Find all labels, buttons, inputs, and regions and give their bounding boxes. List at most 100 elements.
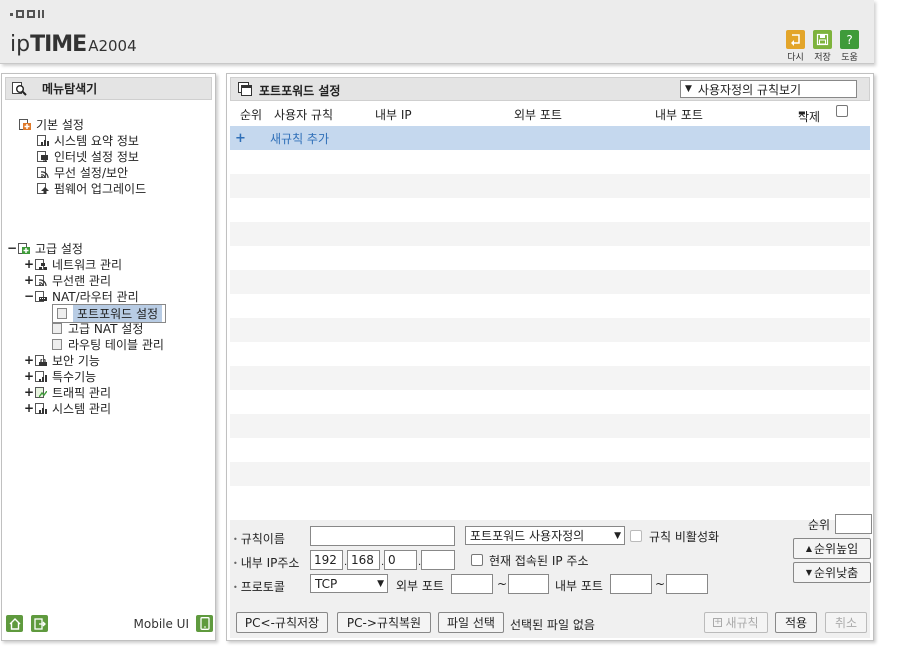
tree-item-advanced-nat[interactable]: 고급 NAT 설정 — [52, 320, 143, 336]
monitor-icon — [36, 150, 50, 163]
plus-icon: + — [713, 617, 723, 627]
chevron-down-icon: ▼ — [377, 578, 384, 589]
tree-item-network[interactable]: + 네트워크 관리 — [24, 256, 122, 272]
help-button[interactable]: ? 도움 — [839, 30, 860, 63]
table-row — [230, 198, 870, 222]
table-header: 순위 사용자 규칙 내부 IP 외부 포트 내부 포트 ▬ 삭제 — [230, 104, 870, 124]
internal-port-end[interactable] — [666, 574, 708, 594]
external-port-label: 외부 포트 — [396, 579, 444, 593]
table-row — [230, 462, 870, 486]
current-ip-checkbox[interactable] — [471, 554, 483, 566]
ip-octet-1[interactable]: 192 — [310, 550, 343, 570]
add-rule-row[interactable]: + 새규칙 추가 — [230, 126, 870, 150]
tree-item-firmware-upgrade[interactable]: 펌웨어 업그레이드 — [36, 180, 146, 196]
rule-name-label: • 규칙이름 — [233, 532, 285, 546]
tree-item-nat-router[interactable]: − NAT/라우터 관리 — [24, 288, 139, 304]
tree-item-security[interactable]: + 보안 기능 — [24, 352, 100, 368]
tree-basic-settings[interactable]: 기본 설정 — [18, 116, 84, 132]
order-label: 순위 — [808, 518, 831, 532]
tree-item-routing-table[interactable]: 라우팅 테이블 관리 — [52, 336, 164, 352]
order-down-button[interactable]: ▼ 순위낮춤 — [793, 562, 871, 583]
save-icon — [813, 30, 832, 49]
external-port-start[interactable] — [451, 574, 493, 594]
no-file-label: 선택된 파일 없음 — [510, 618, 595, 632]
page-icon — [52, 322, 62, 334]
chevron-down-icon: ▼ — [614, 530, 621, 541]
menu-explorer-header: 메뉴탐색기 — [5, 77, 212, 100]
table-row — [230, 414, 870, 438]
tree-item-system-summary[interactable]: 시스템 요약 정보 — [36, 132, 139, 148]
tree-item-traffic[interactable]: + 트래픽 관리 — [24, 384, 111, 400]
arrow-up-icon: ▲ — [805, 544, 812, 553]
table-row — [230, 342, 870, 366]
rule-type-select[interactable]: 포트포워드 사용자정의 ▼ — [465, 526, 625, 545]
table-row — [230, 150, 870, 174]
delete-all-checkbox[interactable] — [836, 105, 848, 117]
logout-icon[interactable] — [31, 615, 48, 632]
chart-icon — [34, 402, 48, 415]
tree-item-wireless-lan[interactable]: + 무선랜 관리 — [24, 272, 111, 288]
rule-view-select[interactable]: ▼ 사용자정의 규칙보기 — [680, 80, 857, 98]
tree-advanced-settings[interactable]: − 고급 설정 — [7, 240, 83, 256]
traffic-icon — [34, 386, 48, 399]
mobile-icon[interactable] — [196, 615, 213, 632]
table-row — [230, 486, 870, 510]
table-row — [230, 318, 870, 342]
col-order: 순위 — [240, 108, 263, 122]
apply-button[interactable]: 적용 — [775, 612, 817, 633]
chevron-down-icon: ▼ — [685, 84, 692, 94]
new-rule-button[interactable]: + 새규칙 — [704, 612, 768, 633]
network-icon — [34, 258, 48, 271]
col-user-rule: 사용자 규칙 — [274, 108, 334, 122]
table-row — [230, 270, 870, 294]
ip-octet-2[interactable]: 168 — [347, 550, 380, 570]
brand-logo: ipTIME A2004 — [10, 32, 137, 57]
arrow-down-icon: ▼ — [805, 568, 812, 577]
wifi-icon — [36, 166, 50, 179]
order-input[interactable] — [835, 514, 872, 534]
header: ipTIME A2004 다시 저장 ? 도움 — [0, 0, 874, 64]
refresh-icon — [786, 30, 805, 49]
protocol-select[interactable]: TCP ▼ — [310, 574, 388, 593]
table-row — [230, 174, 870, 198]
port-forward-panel: 포트포워드 설정 ▼ 사용자정의 규칙보기 순위 사용자 규칙 내부 IP 외부… — [226, 73, 874, 641]
special-icon — [34, 370, 48, 383]
page-title: 포트포워드 설정 — [259, 84, 341, 98]
internal-port-start[interactable] — [610, 574, 652, 594]
disable-rule-checkbox[interactable] — [630, 530, 642, 542]
refresh-button[interactable]: 다시 — [785, 30, 806, 63]
order-up-button[interactable]: ▲ 순위높임 — [793, 538, 871, 559]
external-port-end[interactable] — [508, 574, 549, 594]
ip-octet-4[interactable] — [421, 550, 455, 570]
current-ip-label: 현재 접속된 IP 주소 — [489, 554, 589, 568]
table-row — [230, 294, 870, 318]
tree-item-system-admin[interactable]: + 시스템 관리 — [24, 400, 111, 416]
save-rules-to-pc-button[interactable]: PC<-규칙저장 — [236, 612, 328, 633]
tree-item-internet-info[interactable]: 인터넷 설정 정보 — [36, 148, 139, 164]
upgrade-icon — [36, 182, 50, 195]
col-internal-port: 내부 포트 — [655, 108, 703, 122]
page-icon — [52, 338, 62, 350]
save-button[interactable]: 저장 — [812, 30, 833, 63]
lock-icon — [34, 354, 48, 367]
ip-octet-3[interactable]: 0 — [384, 550, 417, 570]
protocol-label: • 프로토콜 — [233, 580, 285, 594]
restore-rules-from-pc-button[interactable]: PC->규칙복원 — [337, 612, 431, 633]
rule-form: • 규칙이름 포트포워드 사용자정의 ▼ 규칙 비활성화 순위 • 내부 IP주소 1… — [230, 514, 872, 638]
menu-explorer-title: 메뉴탐색기 — [42, 82, 98, 96]
router-icon — [34, 290, 48, 303]
rule-name-input[interactable] — [310, 526, 455, 546]
cancel-button[interactable]: 취소 — [825, 612, 867, 633]
choose-file-button[interactable]: 파일 선택 — [438, 612, 504, 633]
table-row — [230, 438, 870, 462]
mobile-ui-label[interactable]: Mobile UI — [134, 617, 190, 631]
table-row — [230, 390, 870, 414]
tree-item-wireless-security[interactable]: 무선 설정/보안 — [36, 164, 128, 180]
logo-dots — [10, 10, 46, 18]
tree-item-special[interactable]: + 특수기능 — [24, 368, 96, 384]
panel-header: 포트포워드 설정 ▼ 사용자정의 규칙보기 — [230, 77, 870, 101]
table-row — [230, 222, 870, 246]
folder-icon — [18, 118, 32, 131]
folder-icon — [17, 242, 31, 255]
home-icon[interactable] — [6, 615, 23, 632]
